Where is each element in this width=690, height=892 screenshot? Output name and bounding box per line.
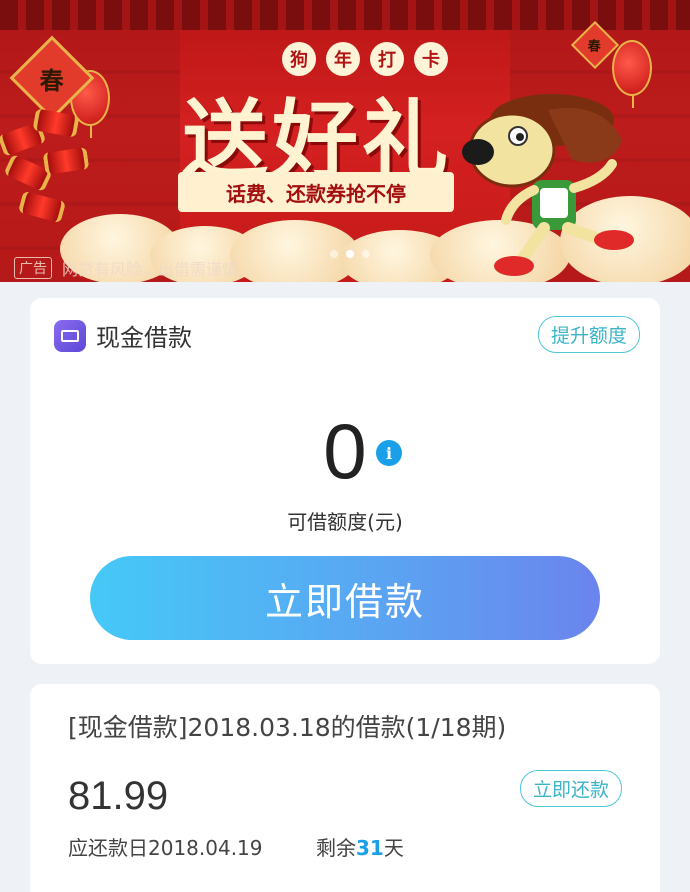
- banner-ribbon: 话费、还款券抢不停: [178, 172, 454, 212]
- bill-title: [现金借款]2018.03.18的借款(1/18期): [68, 713, 507, 742]
- promo-banner[interactable]: 春 春 狗 年 打 卡 送好礼 话费、还款券抢不停 广告 网贷有风险，出借需谨慎: [0, 0, 690, 282]
- borrow-now-button[interactable]: 立即借款: [90, 556, 600, 640]
- repay-now-button[interactable]: 立即还款: [519, 770, 622, 807]
- ad-disclaimer: 广告 网贷有风险，出借需谨慎: [14, 256, 238, 280]
- ad-tag: 广告: [14, 257, 52, 279]
- cash-loan-header: 现金借款: [54, 318, 192, 353]
- cash-loan-card: 现金借款 提升额度 0 i 可借额度(元) 立即借款: [30, 298, 660, 664]
- remaining-days: 剩余31天: [316, 832, 404, 861]
- due-date: 应还款日2018.04.19: [68, 836, 263, 860]
- wallet-icon: [54, 319, 86, 352]
- ad-text: 网贷有风险，出借需谨慎: [62, 260, 239, 279]
- carousel-dot[interactable]: [362, 250, 370, 258]
- carousel-dots: [330, 250, 370, 258]
- available-amount-label: 可借额度(元): [287, 510, 403, 534]
- chun-sign-text: 春: [40, 65, 64, 95]
- chun-sign-text: 春: [588, 39, 602, 55]
- banner-eaves: [0, 0, 690, 30]
- cartoon-dog-icon: [462, 94, 634, 276]
- remaining-days-count: 31: [356, 836, 384, 860]
- cash-loan-title: 现金借款: [96, 324, 192, 352]
- repayment-card[interactable]: [现金借款]2018.03.18的借款(1/18期) 81.99 立即还款 应还…: [30, 684, 660, 892]
- info-icon[interactable]: i: [376, 440, 402, 466]
- remaining-prefix: 剩余: [316, 836, 356, 860]
- raise-limit-button[interactable]: 提升额度: [537, 316, 640, 353]
- remaining-suffix: 天: [383, 836, 404, 860]
- carousel-dot-active[interactable]: [346, 250, 354, 258]
- bill-amount: 81.99: [68, 774, 169, 818]
- carousel-dot[interactable]: [330, 250, 338, 258]
- available-amount: 0: [323, 407, 367, 495]
